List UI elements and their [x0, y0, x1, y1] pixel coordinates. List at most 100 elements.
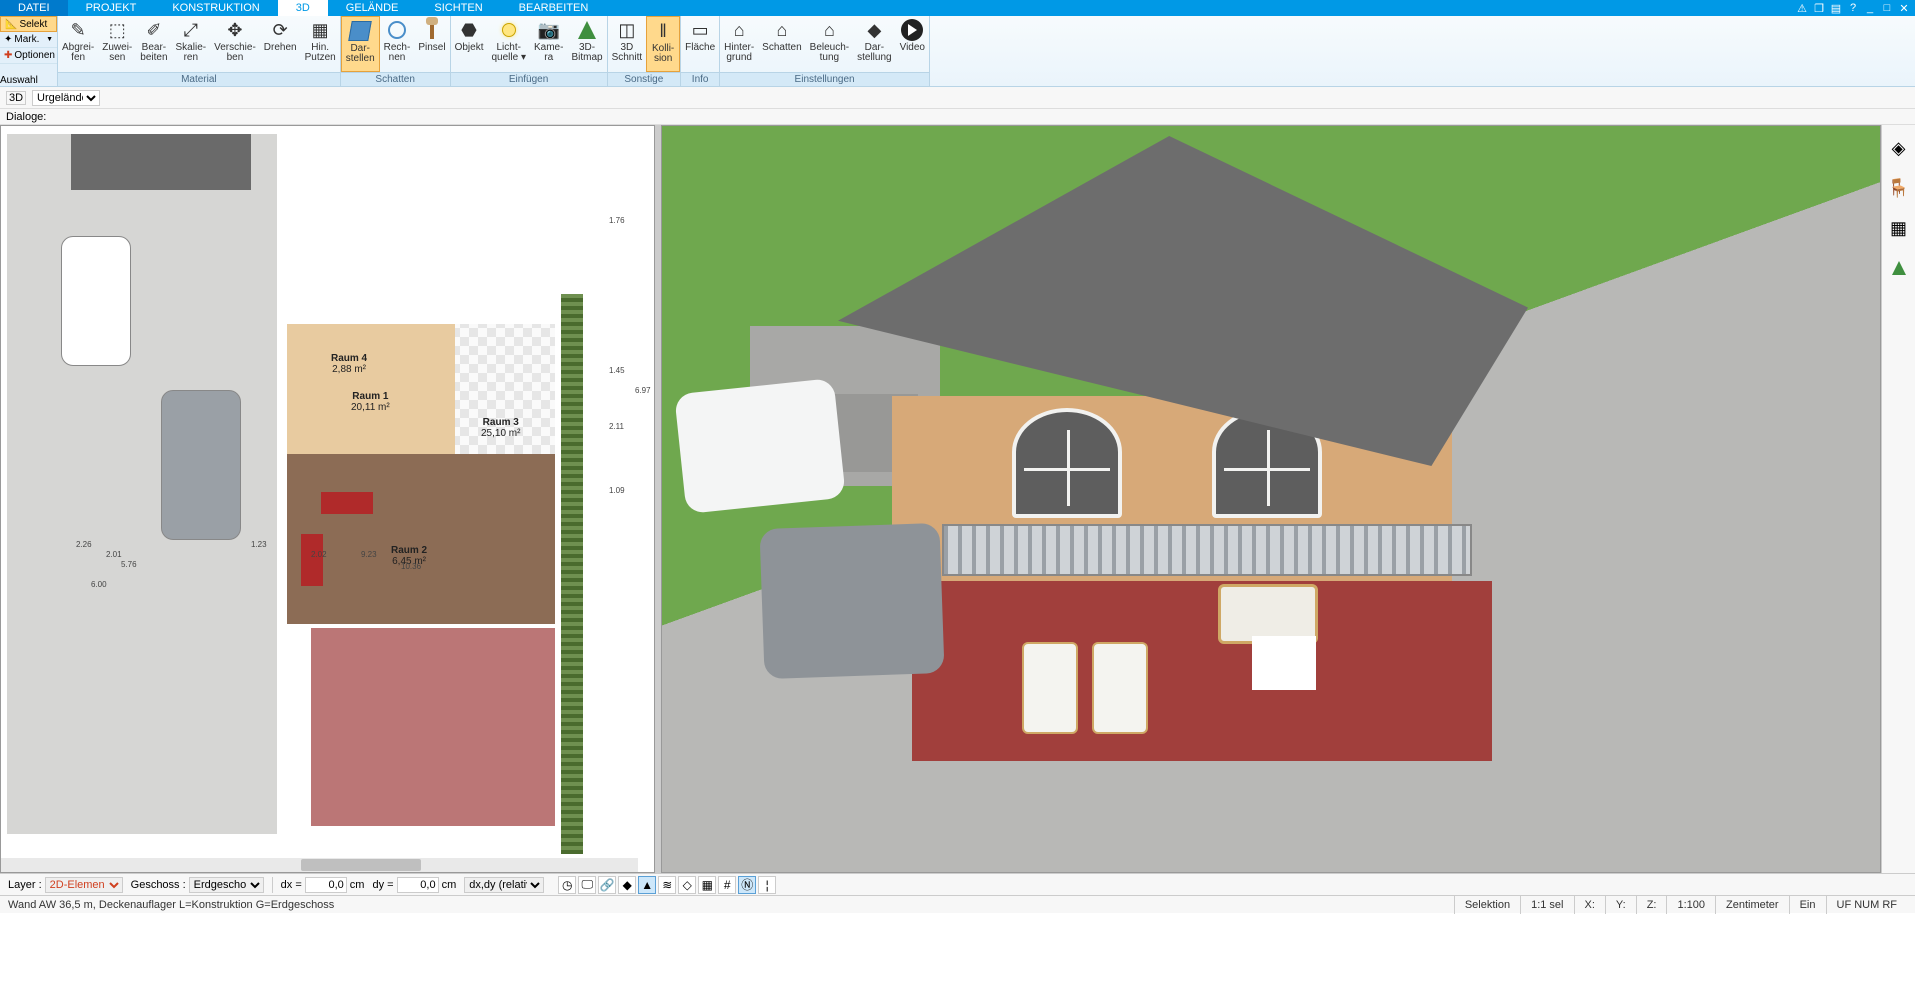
ribbon-video[interactable]: Video — [896, 16, 929, 72]
cube-icon — [348, 19, 372, 43]
perspective-3d-view[interactable] — [661, 125, 1881, 873]
help-icon[interactable]: ? — [1846, 1, 1860, 15]
ribbon-group-label-einstellungen: Einstellungen — [720, 72, 929, 86]
menu-tab-gelaende[interactable]: GELÄNDE — [328, 0, 417, 16]
optionen-button[interactable]: ✚Optionen — [0, 48, 57, 64]
ribbon-3dschnitt[interactable]: ◫3D Schnitt — [608, 16, 647, 72]
status-ein: Ein — [1789, 896, 1826, 914]
plaster-icon: ▦ — [308, 18, 332, 42]
diamond-icon[interactable]: ◇ — [678, 876, 696, 894]
floorplan-2d-view[interactable]: Raum 42,88 m²Raum 120,11 m²Raum 325,10 m… — [0, 125, 655, 873]
arrowup-icon[interactable]: ▲ — [638, 876, 656, 894]
ribbon-group-label-auswahl: Auswahl — [0, 75, 57, 86]
lounger-1 — [1022, 642, 1078, 734]
dxdy-select[interactable]: dx,dy (relativ ka — [464, 877, 544, 893]
ribbon-kamera[interactable]: 📷Kame- ra — [530, 16, 567, 72]
lighting-icon: ⌂ — [817, 18, 841, 42]
dx-unit: cm — [350, 879, 365, 891]
ribbon-flaeche[interactable]: ▭Fläche — [681, 16, 719, 72]
ribbon-hinputzen[interactable]: ▦Hin. Putzen — [301, 16, 340, 72]
ribbon-hintergrund[interactable]: ⌂Hinter- grund — [720, 16, 758, 72]
area-icon: ▭ — [688, 18, 712, 42]
menu-tab-projekt[interactable]: PROJEKT — [68, 0, 155, 16]
ribbon-beleuchtung[interactable]: ⌂Beleuch- tung — [806, 16, 853, 72]
swatch-icon[interactable]: ▦ — [1888, 217, 1910, 239]
tree-panel-icon[interactable] — [1888, 257, 1910, 279]
geschoss-label: Geschoss : — [131, 879, 186, 891]
menu-tab-datei[interactable]: DATEI — [0, 0, 68, 16]
menu-tab-sichten[interactable]: SICHTEN — [416, 0, 500, 16]
layer-select[interactable]: 2D-Elemen — [45, 877, 123, 893]
menu-tab-konstruktion[interactable]: KONSTRUKTION — [154, 0, 277, 16]
ribbon: 📐Selekt ✦Mark.▼ ✚Optionen Auswahl ✎Abgre… — [0, 16, 1915, 87]
ribbon-kollision[interactable]: ‖Kolli- sion — [646, 16, 680, 72]
dimension-label: 2.11 — [609, 422, 624, 431]
status-ratio: 1:1 sel — [1520, 896, 1573, 914]
status-z: Z: — [1636, 896, 1667, 914]
dy-input[interactable] — [397, 877, 439, 893]
link-icon[interactable]: 🔗 — [598, 876, 616, 894]
ribbon-bearbeiten[interactable]: ✐Bear- beiten — [136, 16, 171, 72]
ribbon-schatten-set[interactable]: ⌂Schatten — [758, 16, 805, 72]
minimize-icon[interactable]: _ — [1863, 1, 1877, 15]
dimension-label: 9.23 — [361, 550, 377, 559]
close-icon[interactable]: ✕ — [1897, 1, 1911, 15]
dx-label: dx = — [281, 879, 302, 891]
selekt-button[interactable]: 📐Selekt — [0, 16, 57, 32]
layers-icon[interactable]: ▤ — [1829, 1, 1843, 15]
room-label: Raum 120,11 m² — [351, 392, 390, 413]
terrain-select[interactable]: Urgelände — [32, 90, 100, 106]
ribbon-zuweisen[interactable]: ⬚Zuwei- sen — [98, 16, 136, 72]
rotate-icon: ⟳ — [268, 18, 292, 42]
monitor-icon[interactable]: 🖵 — [578, 876, 596, 894]
status-left: Wand AW 36,5 m, Deckenauflager L=Konstru… — [8, 899, 334, 911]
layers-panel-icon[interactable]: ◈ — [1888, 137, 1910, 159]
ribbon-objekt[interactable]: ⬣Objekt — [451, 16, 488, 72]
warning-icon[interactable]: ⚠ — [1795, 1, 1809, 15]
dimension-label: 1.09 — [609, 486, 625, 495]
ribbon-darstellen[interactable]: Dar- stellen — [341, 16, 380, 72]
ribbon-drehen[interactable]: ⟳Drehen — [260, 16, 301, 72]
chair-icon[interactable]: 🪑 — [1888, 177, 1910, 199]
geschoss-select[interactable]: Erdgescho — [189, 877, 264, 893]
dx-input[interactable] — [305, 877, 347, 893]
ribbon-abgreifen[interactable]: ✎Abgrei- fen — [58, 16, 98, 72]
ribbon-rechnen[interactable]: Rech- nen — [380, 16, 415, 72]
ribbon-verschieben[interactable]: ✥Verschie- ben — [210, 16, 260, 72]
workspace: Raum 42,88 m²Raum 120,11 m²Raum 325,10 m… — [0, 125, 1915, 873]
shapes-icon[interactable]: ◆ — [618, 876, 636, 894]
mark-button[interactable]: ✦Mark.▼ — [0, 32, 57, 48]
ribbon-group-schatten: Dar- stellen Rech- nen Pinsel Schatten — [341, 16, 451, 86]
ribbon-lichtquelle[interactable]: Licht- quelle ▾ — [487, 16, 530, 72]
horizontal-scrollbar[interactable] — [1, 858, 638, 872]
ribbon-group-label-einfuegen: Einfügen — [451, 72, 607, 86]
menu-tab-3d[interactable]: 3D — [278, 0, 328, 16]
ribbon-darstellung[interactable]: ◆Dar- stellung — [853, 16, 895, 72]
layers2-icon[interactable]: ≋ — [658, 876, 676, 894]
ribbon-skalieren[interactable]: ⤢Skalie- ren — [172, 16, 211, 72]
camera-icon: 📷 — [537, 18, 561, 42]
status-y: Y: — [1605, 896, 1636, 914]
hash-icon[interactable]: # — [718, 876, 736, 894]
menu-tab-bearbeiten[interactable]: BEARBEITEN — [501, 0, 607, 16]
clone-icon[interactable]: ❐ — [1812, 1, 1826, 15]
brush-icon — [420, 18, 444, 42]
shadow-icon: ⌂ — [770, 18, 794, 42]
calc-icon — [385, 18, 409, 42]
dialog-label: Dialoge: — [6, 111, 46, 123]
grid-icon[interactable]: ▦ — [698, 876, 716, 894]
menu-bar: DATEI PROJEKT KONSTRUKTION 3D GELÄNDE SI… — [0, 0, 1915, 16]
dimension-label: 5.76 — [121, 560, 137, 569]
dy-label: dy = — [372, 879, 393, 891]
direction-icon[interactable]: Ⓝ — [738, 876, 756, 894]
view-mode-field[interactable]: 3D — [6, 91, 26, 105]
background-icon: ⌂ — [727, 18, 751, 42]
car-grey-2d — [161, 390, 241, 540]
tree-icon — [575, 18, 599, 42]
ribbon-3dbitmap[interactable]: 3D- Bitmap — [567, 16, 606, 72]
clock-icon[interactable]: ◷ — [558, 876, 576, 894]
text-icon[interactable]: ¦ — [758, 876, 776, 894]
right-tool-panel: ◈ 🪑 ▦ — [1881, 125, 1915, 873]
maximize-icon[interactable]: □ — [1880, 1, 1894, 15]
ribbon-pinsel[interactable]: Pinsel — [414, 16, 449, 72]
